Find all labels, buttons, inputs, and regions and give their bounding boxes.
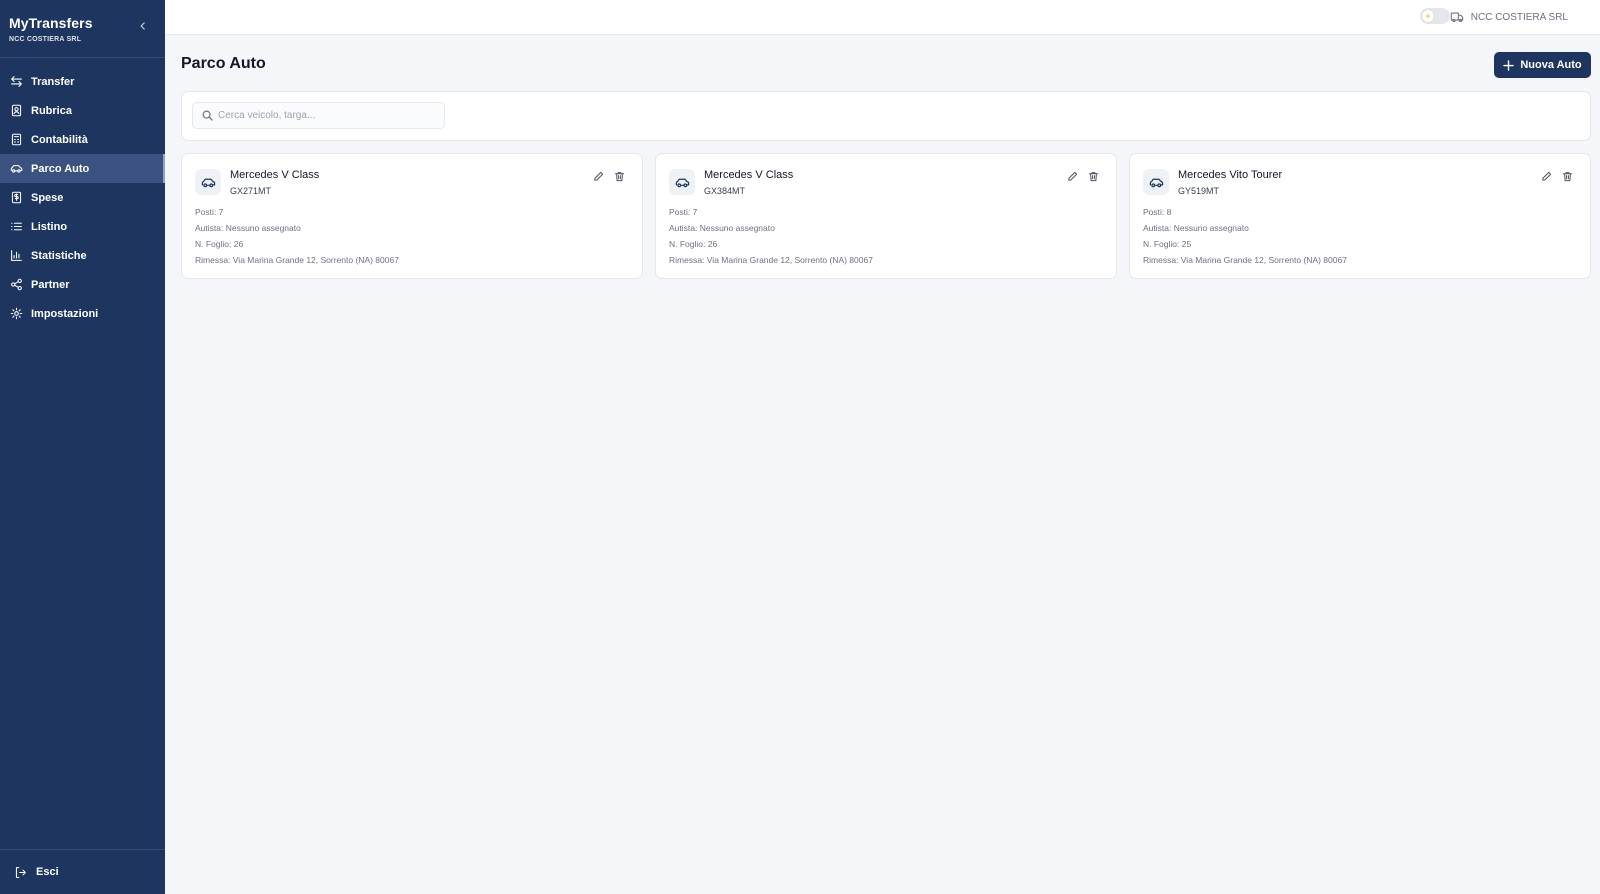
sidebar-item-impostazioni[interactable]: Impostazioni — [0, 299, 165, 328]
sidebar-item-label: Statistiche — [31, 249, 87, 262]
list-icon — [11, 222, 22, 231]
app-subtitle: NCC COSTIERA SRL — [9, 36, 82, 43]
car-icon — [10, 165, 23, 173]
sidebar-item-parco-auto[interactable]: Parco Auto — [0, 154, 165, 183]
company-name: NCC COSTIERA SRL — [1470, 11, 1568, 23]
edit-button[interactable] — [1067, 171, 1079, 183]
vehicle-garage: Rimessa: Via Marina Grande 12, Sorrento … — [195, 255, 399, 265]
vehicle-seats: Posti: 8 — [1143, 207, 1172, 217]
sidebar-item-listino[interactable]: Listino — [0, 212, 165, 241]
edit-button[interactable] — [593, 171, 605, 183]
arrows-swap-icon — [11, 76, 22, 87]
sidebar-nav: Transfer Rubrica Contabilità Parco Auto … — [0, 58, 165, 328]
gear-icon — [10, 307, 23, 320]
sidebar-item-spese[interactable]: Spese — [0, 183, 165, 212]
edit-button[interactable] — [1541, 171, 1553, 183]
vehicle-card: Mercedes Vito Tourer GY519MT Posti: 8 Au… — [1129, 153, 1591, 279]
sidebar-item-statistiche[interactable]: Statistiche — [0, 241, 165, 270]
card-actions — [1532, 171, 1574, 183]
delete-button[interactable] — [1562, 171, 1574, 183]
page-title: Parco Auto — [181, 55, 266, 72]
vehicle-card: Mercedes V Class GX271MT Posti: 7 Autist… — [181, 153, 643, 279]
address-book-icon — [11, 104, 22, 117]
vehicle-garage: Rimessa: Via Marina Grande 12, Sorrento … — [1143, 255, 1347, 265]
sidebar-item-label: Partner — [31, 278, 70, 291]
chevron-left-icon — [140, 22, 145, 30]
receipt-icon — [11, 191, 22, 204]
sidebar-item-partner[interactable]: Partner — [0, 270, 165, 299]
calculator-icon — [11, 133, 22, 146]
vehicle-details: Posti: 8 Autista: Nessuno assegnato N. F… — [1143, 207, 1347, 271]
sidebar-item-label: Listino — [31, 220, 68, 233]
logout-icon — [15, 866, 26, 878]
pencil-icon — [1542, 171, 1552, 181]
vehicle-plate: GX384MT — [704, 186, 746, 196]
sidebar-item-label: Impostazioni — [31, 307, 99, 320]
vehicle-name: Mercedes V Class — [704, 169, 794, 181]
search-input[interactable] — [218, 110, 438, 121]
vehicle-name: Mercedes V Class — [230, 169, 320, 181]
delete-button[interactable] — [614, 171, 626, 183]
vehicle-sheet-number: N. Foglio: 26 — [195, 239, 244, 249]
trash-icon — [614, 172, 625, 182]
collapse-sidebar-button[interactable] — [135, 18, 151, 34]
vehicle-driver: Autista: Nessuno assegnato — [1143, 223, 1249, 233]
car-icon — [669, 169, 695, 195]
sidebar-item-label: Spese — [31, 191, 64, 204]
sidebar-item-contabilita[interactable]: Contabilità — [0, 125, 165, 154]
trash-icon — [1562, 172, 1573, 182]
car-icon — [1143, 169, 1169, 195]
new-vehicle-label: Nuova Auto — [1520, 59, 1582, 71]
vehicle-name: Mercedes Vito Tourer — [1178, 169, 1283, 181]
sun-icon: ☀ — [1422, 10, 1434, 22]
trash-icon — [1088, 172, 1099, 182]
vehicle-seats: Posti: 7 — [195, 207, 224, 217]
vehicle-plate: GY519MT — [1178, 186, 1220, 196]
new-vehicle-button[interactable]: Nuova Auto — [1494, 52, 1591, 78]
brand: MyTransfers NCC COSTIERA SRL — [0, 0, 165, 58]
vehicle-garage: Rimessa: Via Marina Grande 12, Sorrento … — [669, 255, 873, 265]
search-panel — [181, 91, 1591, 141]
card-actions — [584, 171, 626, 183]
plus-icon — [1503, 59, 1515, 71]
vehicle-card: Mercedes V Class GX384MT Posti: 7 Autist… — [655, 153, 1117, 279]
car-icon — [195, 169, 221, 195]
vehicle-plate: GX271MT — [230, 186, 272, 196]
sidebar-item-label: Contabilità — [31, 133, 88, 146]
card-actions — [1058, 171, 1100, 183]
vehicle-details: Posti: 7 Autista: Nessuno assegnato N. F… — [669, 207, 873, 271]
vehicle-driver: Autista: Nessuno assegnato — [669, 223, 775, 233]
pencil-icon — [1068, 171, 1078, 181]
pencil-icon — [594, 171, 604, 181]
theme-toggle[interactable]: ☀ — [1420, 8, 1450, 24]
share-icon — [11, 278, 22, 291]
vehicle-details: Posti: 7 Autista: Nessuno assegnato N. F… — [195, 207, 399, 271]
delete-button[interactable] — [1088, 171, 1100, 183]
truck-icon — [1450, 12, 1463, 23]
sidebar-item-rubrica[interactable]: Rubrica — [0, 96, 165, 125]
logout-button[interactable]: Esci — [0, 849, 165, 894]
vehicle-sheet-number: N. Foglio: 25 — [1143, 239, 1192, 249]
sidebar-item-label: Parco Auto — [31, 162, 90, 175]
sidebar-item-transfer[interactable]: Transfer — [0, 67, 165, 96]
company-indicator: NCC COSTIERA SRL — [1450, 10, 1568, 24]
search-icon — [202, 110, 213, 121]
sidebar-item-label: Transfer — [31, 75, 75, 88]
logout-label: Esci — [36, 866, 59, 878]
topbar: ☀ NCC COSTIERA SRL — [165, 0, 1600, 35]
vehicle-sheet-number: N. Foglio: 26 — [669, 239, 718, 249]
vehicle-seats: Posti: 7 — [669, 207, 698, 217]
vehicle-driver: Autista: Nessuno assegnato — [195, 223, 301, 233]
sidebar-item-label: Rubrica — [31, 104, 72, 117]
search-box[interactable] — [192, 102, 445, 129]
sidebar: MyTransfers NCC COSTIERA SRL Transfer Ru… — [0, 0, 165, 894]
bar-chart-icon — [11, 250, 22, 261]
